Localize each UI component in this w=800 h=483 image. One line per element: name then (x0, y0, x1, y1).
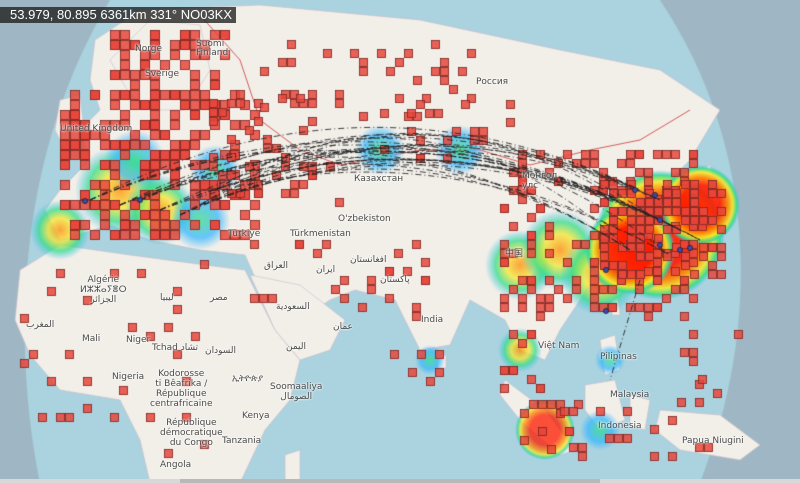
label-mali: Mali (82, 334, 101, 344)
label-rdc: République démocratique du Congo (160, 418, 223, 448)
label-sudan: السودان (205, 346, 237, 356)
label-nigeria: Nigeria (112, 372, 145, 382)
label-suomi-finland: Suomi Finland (196, 39, 229, 58)
label-tanzania: Tanzania (222, 436, 262, 446)
label-kazakhstan: Казахстан (354, 174, 404, 184)
label-zhongguo: 中国 (505, 249, 524, 259)
label-india: India (421, 315, 444, 325)
label-tchad: Tchad تشاد (152, 343, 199, 353)
label-angola: Angola (160, 460, 192, 470)
label-mongolia: Монгол улс (522, 171, 558, 191)
label-uzbekistan: O'zbekiston (338, 214, 391, 224)
label-centrafrique: Kodorosse ti Bêafrika / République centr… (150, 369, 213, 409)
label-iraq: العراق (264, 261, 289, 271)
map-canvas[interactable] (0, 0, 800, 483)
label-sverige: Sverige (145, 69, 180, 79)
label-niger: Niger (126, 335, 151, 345)
label-misr: مصر (210, 293, 228, 303)
label-oman: عمان (333, 322, 353, 332)
label-pakistan: پاکستان (380, 275, 410, 285)
scrollbar-thumb[interactable] (180, 479, 600, 483)
label-kenya: Kenya (242, 411, 270, 421)
label-malaysia: Malaysia (610, 390, 650, 400)
label-yemen: اليمن (286, 342, 307, 352)
label-algerie: Algérie ⵍⵣⵣⴰⵢⴻⵔ الجزائر (80, 275, 127, 305)
horizontal-scrollbar[interactable] (0, 479, 800, 483)
label-indonesia: Indonesia (598, 421, 642, 431)
coordinate-readout: 53.979, 80.895 6361km 331° NO03KX (0, 7, 237, 23)
label-pilipinas: Pilipinas (600, 352, 637, 362)
label-turkiye: Türkiye (228, 229, 261, 239)
label-papua: Papua Niugini (682, 436, 744, 446)
label-turkmenistan: Türkmenistan (290, 229, 351, 239)
label-norge: Norge (135, 44, 163, 54)
label-iran: ایران (316, 265, 336, 275)
label-viet-nam: Việt Nam (538, 341, 580, 351)
label-somalia: Soomaaliya الصومال (270, 382, 323, 402)
label-united-kingdom: United Kingdom (60, 124, 133, 134)
label-rossiya: Россия (476, 77, 509, 87)
label-libya: ليبيا (160, 293, 174, 303)
label-ethiopia: ኢትዮጵያ (232, 374, 264, 384)
label-maroc: المغرب (26, 320, 55, 330)
label-afghanistan: افغانستان (350, 255, 387, 265)
label-saudi: السعودية (276, 302, 310, 312)
